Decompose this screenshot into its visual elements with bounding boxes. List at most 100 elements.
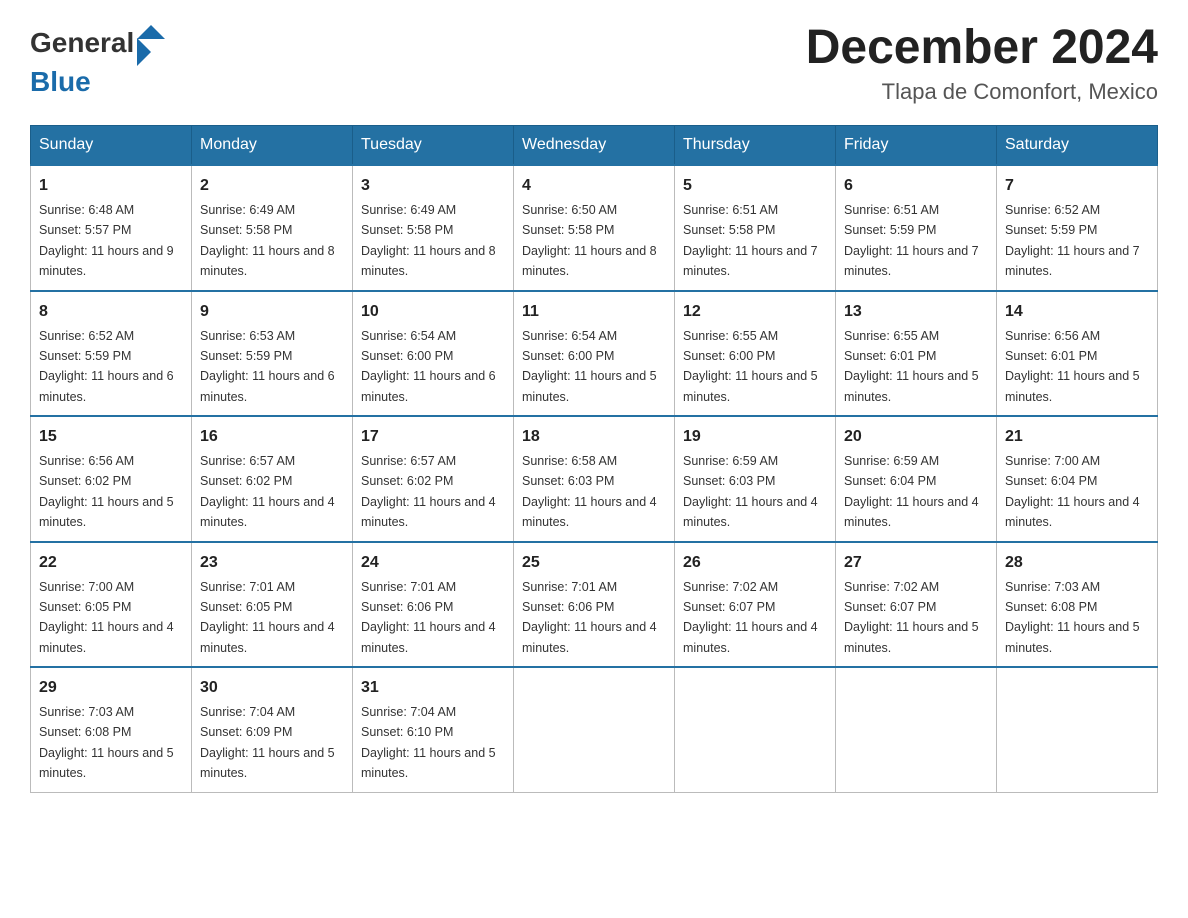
- day-info: Sunrise: 6:59 AMSunset: 6:04 PMDaylight:…: [844, 454, 979, 529]
- logo-blue-text: Blue: [30, 66, 91, 98]
- calendar-cell: 21 Sunrise: 7:00 AMSunset: 6:04 PMDayligh…: [997, 416, 1158, 542]
- day-info: Sunrise: 6:49 AMSunset: 5:58 PMDaylight:…: [361, 203, 496, 278]
- day-number: 19: [683, 425, 827, 449]
- calendar-cell: 24 Sunrise: 7:01 AMSunset: 6:06 PMDayligh…: [353, 542, 514, 668]
- day-info: Sunrise: 6:49 AMSunset: 5:58 PMDaylight:…: [200, 203, 335, 278]
- day-info: Sunrise: 7:02 AMSunset: 6:07 PMDaylight:…: [844, 580, 979, 655]
- day-number: 6: [844, 174, 988, 198]
- day-info: Sunrise: 7:04 AMSunset: 6:10 PMDaylight:…: [361, 705, 496, 780]
- day-number: 10: [361, 300, 505, 324]
- calendar-cell: 5 Sunrise: 6:51 AMSunset: 5:58 PMDaylight…: [675, 165, 836, 291]
- day-number: 24: [361, 551, 505, 575]
- day-number: 27: [844, 551, 988, 575]
- day-info: Sunrise: 7:00 AMSunset: 6:05 PMDaylight:…: [39, 580, 174, 655]
- week-row-1: 1Sunrise: 6:48 AMSunset: 5:57 PMDaylight…: [31, 165, 1158, 291]
- calendar-cell: 8Sunrise: 6:52 AMSunset: 5:59 PMDaylight…: [31, 291, 192, 417]
- day-info: Sunrise: 7:00 AMSunset: 6:04 PMDaylight:…: [1005, 454, 1140, 529]
- calendar-table: SundayMondayTuesdayWednesdayThursdayFrid…: [30, 125, 1158, 793]
- day-info: Sunrise: 7:01 AMSunset: 6:05 PMDaylight:…: [200, 580, 335, 655]
- day-info: Sunrise: 6:59 AMSunset: 6:03 PMDaylight:…: [683, 454, 818, 529]
- day-number: 30: [200, 676, 344, 700]
- day-number: 3: [361, 174, 505, 198]
- day-number: 22: [39, 551, 183, 575]
- day-number: 28: [1005, 551, 1149, 575]
- calendar-cell: 6 Sunrise: 6:51 AMSunset: 5:59 PMDaylight…: [836, 165, 997, 291]
- calendar-cell: 12 Sunrise: 6:55 AMSunset: 6:00 PMDayligh…: [675, 291, 836, 417]
- day-number: 2: [200, 174, 344, 198]
- calendar-cell: 22 Sunrise: 7:00 AMSunset: 6:05 PMDayligh…: [31, 542, 192, 668]
- day-number: 11: [522, 300, 666, 324]
- day-info: Sunrise: 6:56 AMSunset: 6:01 PMDaylight:…: [1005, 329, 1140, 404]
- calendar-cell: 11 Sunrise: 6:54 AMSunset: 6:00 PMDayligh…: [514, 291, 675, 417]
- page-header: General Blue December 2024 Tlapa de Como…: [30, 20, 1158, 105]
- day-number: 14: [1005, 300, 1149, 324]
- calendar-cell: 9Sunrise: 6:53 AMSunset: 5:59 PMDaylight…: [192, 291, 353, 417]
- day-info: Sunrise: 6:51 AMSunset: 5:59 PMDaylight:…: [844, 203, 979, 278]
- week-row-5: 29Sunrise: 7:03 AMSunset: 6:08 PMDayligh…: [31, 667, 1158, 792]
- column-header-saturday: Saturday: [997, 126, 1158, 166]
- calendar-header-row: SundayMondayTuesdayWednesdayThursdayFrid…: [31, 126, 1158, 166]
- column-header-tuesday: Tuesday: [353, 126, 514, 166]
- day-info: Sunrise: 6:55 AMSunset: 6:01 PMDaylight:…: [844, 329, 979, 404]
- day-info: Sunrise: 6:57 AMSunset: 6:02 PMDaylight:…: [200, 454, 335, 529]
- calendar-cell: 3 Sunrise: 6:49 AMSunset: 5:58 PMDaylight…: [353, 165, 514, 291]
- calendar-cell: 14 Sunrise: 6:56 AMSunset: 6:01 PMDayligh…: [997, 291, 1158, 417]
- day-number: 5: [683, 174, 827, 198]
- day-info: Sunrise: 6:51 AMSunset: 5:58 PMDaylight:…: [683, 203, 818, 278]
- calendar-cell: 1Sunrise: 6:48 AMSunset: 5:57 PMDaylight…: [31, 165, 192, 291]
- day-info: Sunrise: 6:54 AMSunset: 6:00 PMDaylight:…: [522, 329, 657, 404]
- column-header-monday: Monday: [192, 126, 353, 166]
- day-info: Sunrise: 6:53 AMSunset: 5:59 PMDaylight:…: [200, 329, 335, 404]
- day-number: 29: [39, 676, 183, 700]
- column-header-friday: Friday: [836, 126, 997, 166]
- week-row-4: 22 Sunrise: 7:00 AMSunset: 6:05 PMDayligh…: [31, 542, 1158, 668]
- calendar-cell: 18 Sunrise: 6:58 AMSunset: 6:03 PMDayligh…: [514, 416, 675, 542]
- week-row-2: 8Sunrise: 6:52 AMSunset: 5:59 PMDaylight…: [31, 291, 1158, 417]
- calendar-cell: 29Sunrise: 7:03 AMSunset: 6:08 PMDayligh…: [31, 667, 192, 792]
- calendar-cell: 26 Sunrise: 7:02 AMSunset: 6:07 PMDayligh…: [675, 542, 836, 668]
- calendar-cell: 23 Sunrise: 7:01 AMSunset: 6:05 PMDayligh…: [192, 542, 353, 668]
- calendar-cell: [675, 667, 836, 792]
- day-number: 26: [683, 551, 827, 575]
- day-info: Sunrise: 7:03 AMSunset: 6:08 PMDaylight:…: [1005, 580, 1140, 655]
- day-info: Sunrise: 6:52 AMSunset: 5:59 PMDaylight:…: [1005, 203, 1140, 278]
- day-info: Sunrise: 6:56 AMSunset: 6:02 PMDaylight:…: [39, 454, 174, 529]
- column-header-thursday: Thursday: [675, 126, 836, 166]
- day-info: Sunrise: 6:55 AMSunset: 6:00 PMDaylight:…: [683, 329, 818, 404]
- week-row-3: 15Sunrise: 6:56 AMSunset: 6:02 PMDayligh…: [31, 416, 1158, 542]
- day-info: Sunrise: 7:02 AMSunset: 6:07 PMDaylight:…: [683, 580, 818, 655]
- calendar-subtitle: Tlapa de Comonfort, Mexico: [806, 79, 1158, 105]
- day-info: Sunrise: 6:48 AMSunset: 5:57 PMDaylight:…: [39, 203, 174, 278]
- calendar-cell: [514, 667, 675, 792]
- calendar-cell: 7Sunrise: 6:52 AMSunset: 5:59 PMDaylight…: [997, 165, 1158, 291]
- logo-general-text: General: [30, 27, 134, 59]
- calendar-cell: 30Sunrise: 7:04 AMSunset: 6:09 PMDayligh…: [192, 667, 353, 792]
- calendar-cell: 25 Sunrise: 7:01 AMSunset: 6:06 PMDayligh…: [514, 542, 675, 668]
- day-number: 25: [522, 551, 666, 575]
- day-number: 12: [683, 300, 827, 324]
- day-info: Sunrise: 6:50 AMSunset: 5:58 PMDaylight:…: [522, 203, 657, 278]
- calendar-cell: 28 Sunrise: 7:03 AMSunset: 6:08 PMDayligh…: [997, 542, 1158, 668]
- day-number: 31: [361, 676, 505, 700]
- calendar-title: December 2024: [806, 20, 1158, 75]
- calendar-cell: 17Sunrise: 6:57 AMSunset: 6:02 PMDayligh…: [353, 416, 514, 542]
- day-info: Sunrise: 6:52 AMSunset: 5:59 PMDaylight:…: [39, 329, 174, 404]
- title-section: December 2024 Tlapa de Comonfort, Mexico: [806, 20, 1158, 105]
- day-info: Sunrise: 7:01 AMSunset: 6:06 PMDaylight:…: [361, 580, 496, 655]
- day-number: 21: [1005, 425, 1149, 449]
- day-number: 16: [200, 425, 344, 449]
- day-info: Sunrise: 6:54 AMSunset: 6:00 PMDaylight:…: [361, 329, 496, 404]
- calendar-cell: 2 Sunrise: 6:49 AMSunset: 5:58 PMDaylight…: [192, 165, 353, 291]
- day-info: Sunrise: 7:01 AMSunset: 6:06 PMDaylight:…: [522, 580, 657, 655]
- day-number: 23: [200, 551, 344, 575]
- day-info: Sunrise: 6:58 AMSunset: 6:03 PMDaylight:…: [522, 454, 657, 529]
- calendar-cell: [836, 667, 997, 792]
- calendar-cell: 15Sunrise: 6:56 AMSunset: 6:02 PMDayligh…: [31, 416, 192, 542]
- calendar-cell: 10 Sunrise: 6:54 AMSunset: 6:00 PMDayligh…: [353, 291, 514, 417]
- column-header-wednesday: Wednesday: [514, 126, 675, 166]
- calendar-cell: 19 Sunrise: 6:59 AMSunset: 6:03 PMDayligh…: [675, 416, 836, 542]
- calendar-cell: 27 Sunrise: 7:02 AMSunset: 6:07 PMDayligh…: [836, 542, 997, 668]
- day-number: 18: [522, 425, 666, 449]
- column-header-sunday: Sunday: [31, 126, 192, 166]
- day-number: 17: [361, 425, 505, 449]
